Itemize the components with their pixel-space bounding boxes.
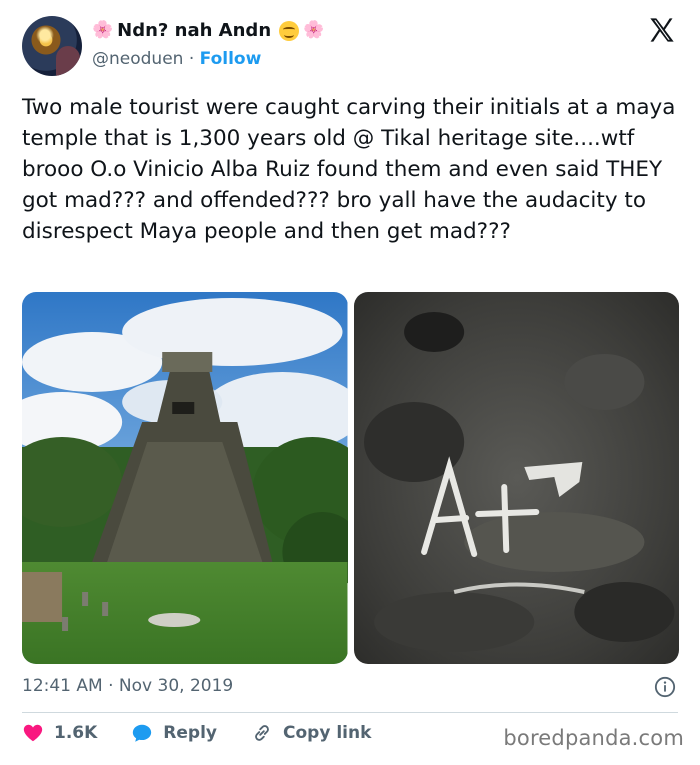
reply-button[interactable]: Reply: [131, 722, 217, 744]
display-name[interactable]: Ndn? nah Andn: [117, 20, 271, 41]
action-bar: 1.6K Reply Copy link: [22, 722, 405, 744]
display-name-row[interactable]: 🌸 Ndn? nah Andn 🌸: [92, 20, 324, 41]
separator-dot: ·: [188, 49, 195, 69]
avatar-light: [36, 26, 54, 44]
tikal-temple-photo[interactable]: [22, 292, 348, 664]
tweet-text: Two male tourist were caught carving the…: [22, 95, 676, 244]
reply-label: Reply: [163, 723, 217, 743]
speech-bubble-icon: [133, 724, 152, 742]
info-icon[interactable]: [654, 676, 676, 698]
flower-emoji-icon: 🌸: [303, 20, 325, 40]
carving-photo-image: [353, 292, 679, 664]
tweet-date: Nov 30, 2019: [118, 676, 234, 696]
separator-dot: ·: [108, 676, 114, 696]
handle-row: @neoduen · Follow: [92, 49, 261, 69]
like-count: 1.6K: [54, 723, 98, 743]
temple-photo-image: [22, 292, 348, 664]
avatar[interactable]: [22, 16, 82, 76]
copy-link-button[interactable]: Copy link: [251, 722, 371, 744]
flower-emoji-icon: 🌸: [92, 20, 114, 40]
tweet-timestamp[interactable]: 12:41 AM · Nov 30, 2019: [22, 676, 233, 696]
divider: [22, 712, 678, 713]
smiling-face-emoji-icon: [279, 20, 300, 41]
link-icon: [255, 725, 269, 741]
x-logo-icon[interactable]: [648, 16, 676, 44]
avatar-person: [56, 46, 80, 76]
copy-link-label: Copy link: [283, 723, 372, 743]
carved-initials-photo[interactable]: [353, 292, 679, 664]
media-grid: [22, 292, 679, 664]
watermark: boredpanda.com: [503, 726, 684, 750]
user-handle[interactable]: @neoduen: [92, 49, 183, 69]
tweet-time: 12:41 AM: [22, 676, 103, 696]
like-button[interactable]: 1.6K: [22, 722, 97, 744]
follow-button[interactable]: Follow: [200, 49, 262, 69]
heart-icon: [23, 724, 43, 742]
